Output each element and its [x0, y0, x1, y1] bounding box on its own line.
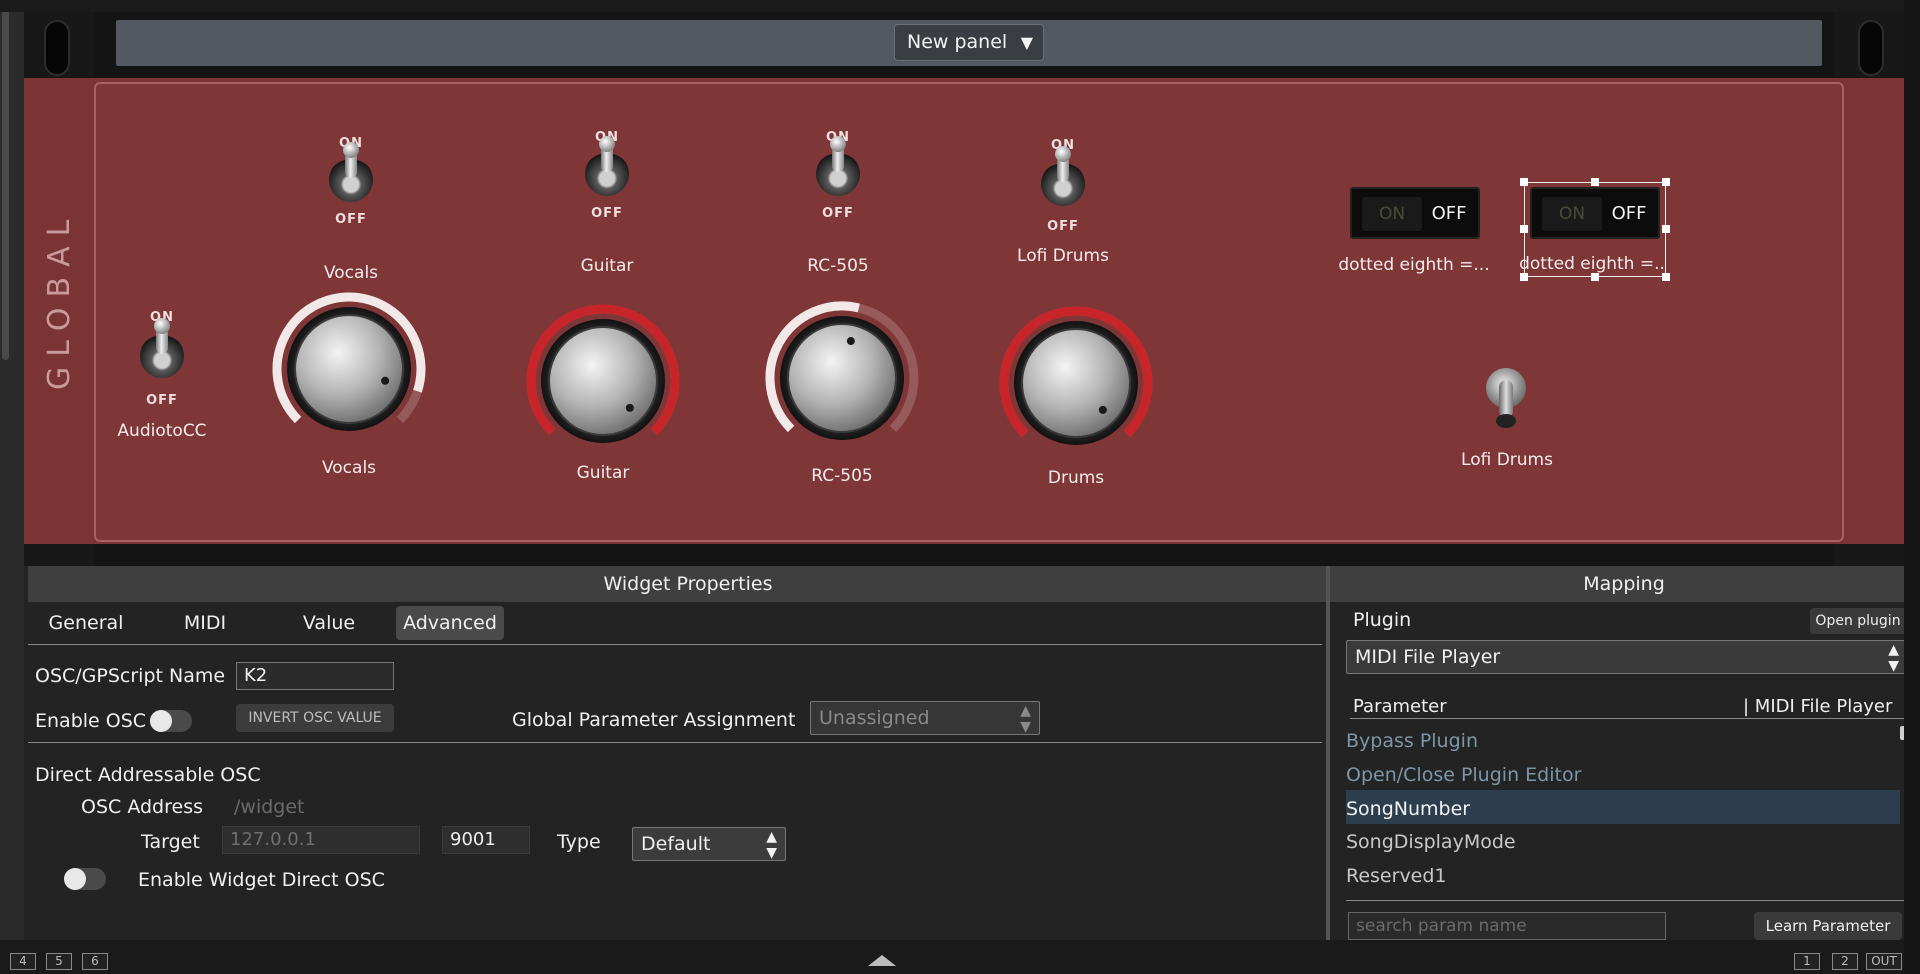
- enable-direct-osc-label: Enable Widget Direct OSC: [138, 869, 385, 891]
- status-button-5[interactable]: 5: [46, 953, 72, 970]
- osc-name-input[interactable]: K2: [236, 662, 394, 690]
- status-button-2[interactable]: 2: [1832, 953, 1858, 970]
- rocker-off-label: OFF: [1431, 203, 1467, 224]
- global-param-value: Unassigned: [819, 707, 930, 729]
- port-input[interactable]: 9001: [442, 826, 530, 854]
- tab-divider: [28, 644, 1322, 645]
- resize-handle[interactable]: [1520, 178, 1528, 186]
- tab-general[interactable]: General: [36, 606, 136, 640]
- resize-handle[interactable]: [1520, 225, 1528, 233]
- invert-osc-value-button[interactable]: INVERT OSC VALUE: [236, 704, 394, 732]
- type-select[interactable]: Default ▲ ▼: [632, 827, 786, 861]
- status-button-out[interactable]: OUT: [1866, 953, 1902, 970]
- knob-label-drums: Drums: [1047, 468, 1105, 488]
- knob-label-guitar: Guitar: [576, 463, 630, 483]
- target-input[interactable]: 127.0.0.1: [222, 826, 420, 854]
- enable-direct-osc-switch[interactable]: [64, 868, 106, 890]
- status-bar: [0, 940, 1920, 974]
- type-label: Type: [557, 831, 601, 853]
- osc-address-label: OSC Address: [81, 796, 203, 818]
- param-item-reserved1[interactable]: Reserved1: [1346, 865, 1447, 887]
- target-label: Target: [141, 831, 200, 853]
- resize-handle[interactable]: [1520, 273, 1528, 281]
- knob-indicator: [625, 403, 634, 412]
- tab-value[interactable]: Value: [284, 606, 374, 640]
- panel-splitter[interactable]: [1326, 566, 1330, 940]
- resize-handle[interactable]: [1591, 178, 1599, 186]
- updown-arrows-icon: ▲ ▼: [1020, 703, 1031, 735]
- knob-cap: [294, 314, 404, 424]
- learn-parameter-button[interactable]: Learn Parameter: [1754, 912, 1902, 940]
- lever-label-lofi-drums: Lofi Drums: [1461, 450, 1553, 470]
- knob-vocals[interactable]: [272, 292, 426, 431]
- global-param-label: Global Parameter Assignment: [512, 709, 796, 731]
- osc-address-input[interactable]: /widget: [234, 796, 304, 818]
- knob-guitar[interactable]: [526, 304, 680, 443]
- rocker-label-1: dotted eighth =...: [1338, 255, 1490, 275]
- param-item-songdisplaymode[interactable]: SongDisplayMode: [1346, 831, 1516, 853]
- expand-up-arrow-icon[interactable]: [868, 955, 896, 966]
- mapping-list-bottom-divider: [1346, 900, 1906, 901]
- knob-cap: [548, 326, 658, 436]
- widget-properties-header: Widget Properties: [28, 566, 1348, 602]
- knob-label-vocals: Vocals: [321, 458, 377, 478]
- knob-drums[interactable]: [999, 306, 1153, 445]
- selection-box[interactable]: [1520, 178, 1670, 281]
- knob-indicator: [1098, 405, 1107, 414]
- updown-arrows-icon: ▲ ▼: [766, 829, 777, 861]
- updown-arrows-icon: ▲ ▼: [1888, 642, 1899, 674]
- rocker-switch-1[interactable]: ON OFF: [1350, 187, 1480, 239]
- knob-cap: [787, 323, 897, 433]
- search-param-input[interactable]: search param name: [1348, 912, 1666, 940]
- resize-handle[interactable]: [1591, 273, 1599, 281]
- osc-name-label: OSC/GPScript Name: [35, 665, 226, 687]
- global-param-select[interactable]: Unassigned ▲ ▼: [810, 701, 1040, 735]
- param-item-bypass-plugin[interactable]: Bypass Plugin: [1346, 730, 1478, 752]
- status-button-6[interactable]: 6: [82, 953, 108, 970]
- param-item-open-close-editor[interactable]: Open/Close Plugin Editor: [1346, 764, 1581, 786]
- mapping-column-divider: [1350, 718, 1906, 719]
- lever-switch-lofi-drums[interactable]: [1486, 368, 1526, 430]
- knob-cap: [1021, 328, 1131, 438]
- knob-indicator: [846, 337, 855, 346]
- resize-handle[interactable]: [1662, 178, 1670, 186]
- parameter-column-header: Parameter: [1353, 696, 1447, 717]
- plugin-column-header: | MIDI File Player: [1743, 696, 1893, 717]
- section-divider: [28, 742, 1322, 743]
- knob-indicator: [381, 376, 390, 385]
- direct-osc-title: Direct Addressable OSC: [35, 764, 261, 786]
- mapping-header: Mapping: [1334, 566, 1914, 602]
- tab-midi[interactable]: MIDI: [160, 606, 250, 640]
- right-edge: [1904, 0, 1920, 974]
- param-item-songnumber[interactable]: SongNumber: [1346, 798, 1470, 820]
- knob-rc-505[interactable]: [765, 301, 919, 440]
- enable-osc-label: Enable OSC: [35, 710, 147, 732]
- status-button-1[interactable]: 1: [1794, 953, 1820, 970]
- plugin-select[interactable]: MIDI File Player ▲ ▼: [1346, 640, 1908, 674]
- status-button-4[interactable]: 4: [10, 953, 36, 970]
- tab-advanced[interactable]: Advanced: [396, 606, 504, 640]
- knob-label-rc505: RC-505: [811, 466, 873, 486]
- plugin-label: Plugin: [1353, 609, 1412, 631]
- resize-handle[interactable]: [1662, 273, 1670, 281]
- plugin-select-value: MIDI File Player: [1355, 646, 1501, 668]
- enable-osc-switch[interactable]: [150, 710, 192, 732]
- open-plugin-button[interactable]: Open plugin: [1810, 608, 1906, 634]
- resize-handle[interactable]: [1662, 225, 1670, 233]
- type-value: Default: [641, 833, 711, 855]
- rocker-on-label: ON: [1362, 197, 1422, 231]
